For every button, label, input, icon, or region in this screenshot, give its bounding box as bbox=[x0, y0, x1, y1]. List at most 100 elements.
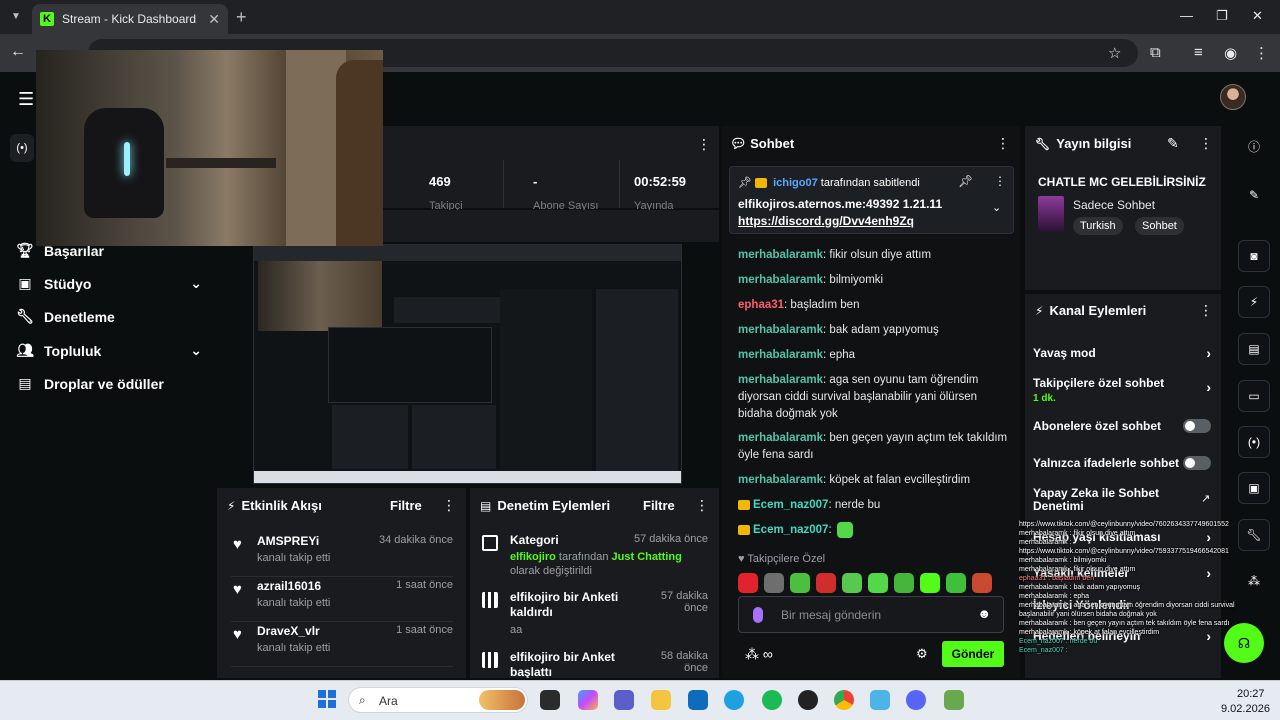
edit-pencil-icon[interactable]: ✎ bbox=[1238, 180, 1270, 212]
picture-in-picture-icon[interactable]: ▣ bbox=[1238, 472, 1270, 504]
hamburger-menu-icon[interactable]: ☰ bbox=[18, 89, 34, 110]
windows-start-icon[interactable] bbox=[318, 690, 336, 708]
filter-button[interactable]: Filtre bbox=[390, 498, 422, 513]
new-tab-icon[interactable]: + bbox=[236, 7, 247, 27]
more-options-icon[interactable]: ⋮ bbox=[442, 497, 456, 514]
activity-user[interactable]: AMSPREYi bbox=[257, 534, 319, 548]
bookmark-star-icon[interactable]: ☆ bbox=[1108, 44, 1121, 62]
more-options-icon[interactable]: ⋮ bbox=[697, 136, 711, 153]
chat-user[interactable]: ephaa31 bbox=[738, 299, 784, 311]
emote-icon[interactable] bbox=[920, 573, 940, 593]
info-icon[interactable]: ⓘ bbox=[1238, 132, 1270, 164]
chat-user[interactable]: Ecem_naz007 bbox=[753, 499, 828, 511]
restore-icon[interactable]: ❐ bbox=[1216, 8, 1228, 24]
activity-user[interactable]: azrail16016 bbox=[257, 579, 321, 593]
minecraft-icon[interactable] bbox=[944, 690, 964, 710]
more-options-icon[interactable]: ⋮ bbox=[994, 174, 1006, 188]
tab-search-icon[interactable]: ▼ bbox=[6, 7, 26, 27]
chat-user[interactable]: merhabalaramk bbox=[738, 249, 823, 261]
chevron-down-icon[interactable]: ⌄ bbox=[992, 201, 1001, 214]
clock-time[interactable]: 20:27 bbox=[1237, 688, 1265, 700]
pinned-user[interactable]: ichigo07 bbox=[773, 177, 818, 189]
action-slow-mode[interactable]: Yavaş mod › bbox=[1033, 345, 1211, 364]
edit-pencil-icon[interactable]: ✎ bbox=[1167, 135, 1179, 152]
broadcast-icon[interactable]: (•) bbox=[1238, 426, 1270, 458]
chat-input[interactable]: Bir mesaj gönderin ☻ bbox=[738, 596, 1004, 633]
more-options-icon[interactable]: ⋮ bbox=[695, 497, 709, 514]
emote-icon[interactable] bbox=[738, 573, 758, 593]
chevron-down-icon[interactable]: ⌄ bbox=[190, 342, 202, 359]
unpin-icon[interactable]: 📌︎ bbox=[958, 174, 973, 188]
external-link-icon[interactable]: ↗ bbox=[1201, 492, 1210, 505]
clock-date[interactable]: 9.02.2026 bbox=[1221, 703, 1270, 715]
copilot-icon[interactable] bbox=[578, 690, 598, 710]
store-icon[interactable] bbox=[688, 690, 708, 710]
chat-user[interactable]: merhabalaramk bbox=[738, 324, 823, 336]
microphone-icon[interactable] bbox=[753, 607, 763, 623]
camera-icon[interactable]: ◙ bbox=[1238, 240, 1270, 272]
activity-user[interactable]: DraveX_vlr bbox=[257, 624, 320, 638]
send-button[interactable]: Gönder bbox=[942, 641, 1004, 667]
filter-button[interactable]: Filtre bbox=[643, 498, 675, 513]
emote-icon[interactable] bbox=[946, 573, 966, 593]
bolt-icon[interactable]: ⚡︎ bbox=[1238, 286, 1270, 318]
emote-icon[interactable] bbox=[894, 573, 914, 593]
emote-icon[interactable] bbox=[868, 573, 888, 593]
sidebar-item-community[interactable]: 👥︎ Topluluk ⌄ bbox=[16, 342, 202, 359]
more-options-icon[interactable]: ⋮ bbox=[1199, 135, 1213, 152]
notes-icon[interactable]: ▤ bbox=[1238, 333, 1270, 365]
chat-user[interactable]: merhabalaramk bbox=[738, 374, 823, 386]
chat-user[interactable]: Ecem_naz007 bbox=[753, 524, 828, 536]
chat-bubble-icon[interactable]: ▭ bbox=[1238, 380, 1270, 412]
extensions-icon[interactable]: ⧉ bbox=[1150, 44, 1161, 61]
emote-icon[interactable] bbox=[790, 573, 810, 593]
moderation-user[interactable]: elfikojiro bbox=[510, 551, 556, 563]
emoji-icon[interactable]: ☻ bbox=[977, 606, 991, 621]
more-options-icon[interactable]: ⋮ bbox=[1199, 302, 1213, 319]
chrome-icon[interactable] bbox=[834, 690, 854, 710]
stream-category[interactable]: Sadece Sohbet bbox=[1073, 198, 1155, 212]
chat-tools-icon[interactable]: ⁂ ∞ bbox=[745, 646, 773, 663]
emote-icon[interactable] bbox=[816, 573, 836, 593]
emote-icon[interactable] bbox=[764, 573, 784, 593]
teams-icon[interactable] bbox=[614, 690, 634, 710]
chat-user[interactable]: merhabalaramk bbox=[738, 274, 823, 286]
action-followers-only[interactable]: Takipçilere özel sohbet 1 dk. › bbox=[1033, 376, 1211, 406]
tab-close-icon[interactable]: ✕ bbox=[208, 11, 220, 28]
subscribers-only-toggle[interactable] bbox=[1183, 419, 1211, 433]
sidebar-item-studio[interactable]: ▣ Stüdyo ⌄ bbox=[16, 275, 202, 292]
gear-icon[interactable]: ⚙ bbox=[916, 646, 928, 662]
chat-user[interactable]: merhabalaramk bbox=[738, 432, 823, 444]
action-ai-moderation[interactable]: Yapay Zeka ile Sohbet Denetimi bbox=[1033, 487, 1183, 513]
media-controls-icon[interactable]: ≡ bbox=[1194, 44, 1203, 61]
file-explorer-icon[interactable] bbox=[651, 690, 671, 710]
chat-user[interactable]: merhabalaramk bbox=[738, 474, 823, 486]
emote-icon[interactable] bbox=[842, 573, 862, 593]
live-broadcast-icon[interactable]: (•) bbox=[10, 134, 34, 162]
profile-icon[interactable]: ◉ bbox=[1224, 44, 1237, 62]
stream-preview[interactable] bbox=[253, 244, 682, 484]
app-icon[interactable] bbox=[870, 690, 890, 710]
more-options-icon[interactable]: ⋮ bbox=[996, 135, 1010, 152]
discord-icon[interactable] bbox=[906, 690, 926, 710]
window-close-icon[interactable]: ✕ bbox=[1252, 8, 1263, 24]
taskbar-search[interactable]: ⌕ Ara bbox=[348, 687, 528, 713]
spotify-icon[interactable] bbox=[762, 690, 782, 710]
minimize-icon[interactable]: — bbox=[1180, 8, 1193, 23]
moderation-text: olarak değiştirildi bbox=[510, 565, 592, 577]
chat-user[interactable]: merhabalaramk bbox=[738, 349, 823, 361]
pinned-link[interactable]: https://discord.gg/Dvv4enh9Zq bbox=[738, 214, 914, 228]
obs-icon[interactable] bbox=[798, 690, 818, 710]
user-avatar[interactable] bbox=[1220, 84, 1246, 110]
emote-icon[interactable] bbox=[972, 573, 992, 593]
browser-tab[interactable]: K Stream - Kick Dashboard ✕ bbox=[32, 4, 228, 34]
sidebar-item-drops[interactable]: ▤ Droplar ve ödüller bbox=[16, 375, 202, 392]
chevron-down-icon[interactable]: ⌄ bbox=[190, 275, 202, 292]
overlay-line: merhabalaramk : fikir olsun diye attım bbox=[1019, 566, 1136, 573]
back-icon[interactable]: ← bbox=[10, 43, 26, 61]
sidebar-item-moderation[interactable]: 🔧︎ Denetleme bbox=[16, 308, 202, 325]
emote-only-toggle[interactable] bbox=[1183, 456, 1211, 470]
edge-icon[interactable] bbox=[724, 690, 744, 710]
browser-menu-icon[interactable]: ⋮ bbox=[1254, 44, 1269, 62]
task-view-icon[interactable] bbox=[540, 690, 560, 710]
